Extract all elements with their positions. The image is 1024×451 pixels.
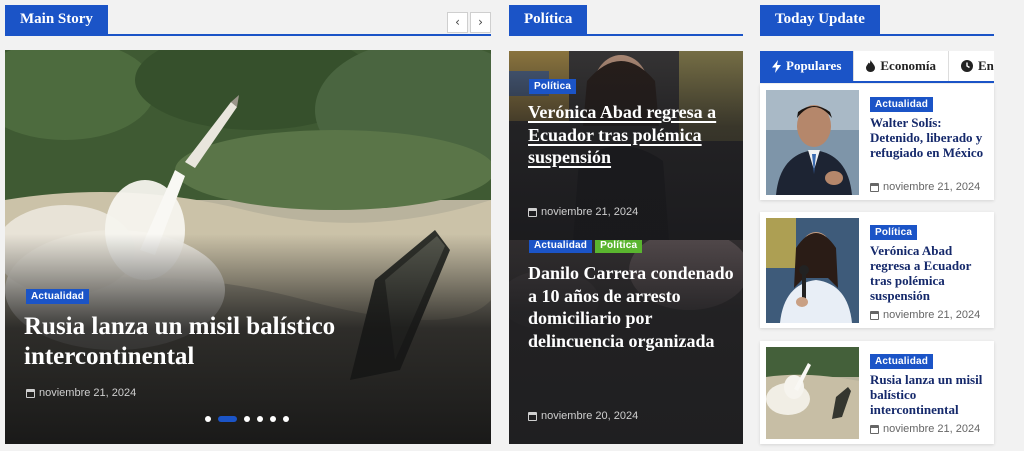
politica-card-1-date: noviembre 21, 2024 [528,206,638,218]
category-badge[interactable]: Actualidad [529,240,593,253]
hero-headline[interactable]: Rusia lanza un misil balístico intercont… [24,312,464,372]
list-thumbnail[interactable] [766,90,859,195]
calendar-icon [870,424,879,434]
category-badge[interactable]: Política [529,79,577,94]
missile-launch-image [766,347,859,439]
today-update-title: Today Update [760,5,880,34]
list-item[interactable]: Actualidad Rusia lanza un misil balístic… [760,341,994,444]
bolt-icon [772,59,781,73]
hero-category[interactable]: Actualidad [26,286,90,304]
list-headline[interactable]: Walter Solís: Detenido, liberado y refug… [870,115,988,160]
list-thumbnail[interactable] [766,347,859,439]
politica-card-1[interactable]: Política Verónica Abad regresa a Ecuador… [509,51,743,240]
card-categories: Política [529,79,577,94]
tab-populares[interactable]: Populares [760,51,855,81]
calendar-icon [870,310,879,320]
slider-dot[interactable] [244,416,250,422]
politica-card-2[interactable]: Actualidad Política Danilo Carrera conden… [509,240,743,444]
slider-next-button[interactable]: › [470,12,491,33]
list-date: noviembre 21, 2024 [870,309,980,321]
slider-pagination [205,416,289,422]
list-date: noviembre 21, 2024 [870,181,980,193]
politica-card-1-headline[interactable]: Verónica Abad regresa a Ecuador tras pol… [528,101,738,169]
list-thumbnail[interactable] [766,218,859,323]
slider-dot[interactable] [257,416,263,422]
main-story-slide[interactable]: Actualidad Rusia lanza un misil balístic… [5,50,491,444]
hero-date: noviembre 21, 2024 [26,387,136,399]
tab-entretenimiento[interactable]: Entretenimiento [949,51,994,81]
list-category[interactable]: Actualidad [870,351,934,369]
chevron-right-icon: › [478,15,483,29]
slider-dot[interactable] [283,416,289,422]
chevron-left-icon: ‹ [455,15,460,29]
main-story-header: Main Story [5,5,491,36]
tab-economia[interactable]: Economía [854,51,950,81]
today-update-tabs: Populares Economía Entretenimiento [760,51,994,83]
list-headline[interactable]: Verónica Abad regresa a Ecuador tras pol… [870,243,988,303]
main-story-title: Main Story [5,5,108,34]
list-item[interactable]: Política Verónica Abad regresa a Ecuador… [760,212,994,328]
politica-card-2-headline[interactable]: Danilo Carrera condenado a 10 años de ar… [528,262,738,352]
slider-dot[interactable] [270,416,276,422]
calendar-icon [528,411,537,421]
slider-dot[interactable] [205,416,211,422]
portrait-image [766,90,859,195]
calendar-icon [26,388,35,398]
flame-icon [866,60,876,72]
list-date: noviembre 21, 2024 [870,423,980,435]
politica-title: Política [509,5,588,34]
card-categories: Actualidad Política [529,240,643,253]
clock-icon [961,60,974,72]
list-headline[interactable]: Rusia lanza un misil balístico intercont… [870,372,988,417]
portrait-image [766,218,859,323]
slider-dot[interactable] [218,416,237,422]
politica-header: Política [509,5,743,36]
calendar-icon [870,182,879,192]
list-category[interactable]: Política [870,222,918,240]
list-item[interactable]: Actualidad Walter Solís: Detenido, liber… [760,84,994,200]
calendar-icon [528,207,537,217]
slider-prev-button[interactable]: ‹ [447,12,468,33]
list-category[interactable]: Actualidad [870,94,934,112]
today-update-header: Today Update [760,5,994,36]
category-badge[interactable]: Política [595,240,643,253]
politica-card-2-date: noviembre 20, 2024 [528,410,638,422]
